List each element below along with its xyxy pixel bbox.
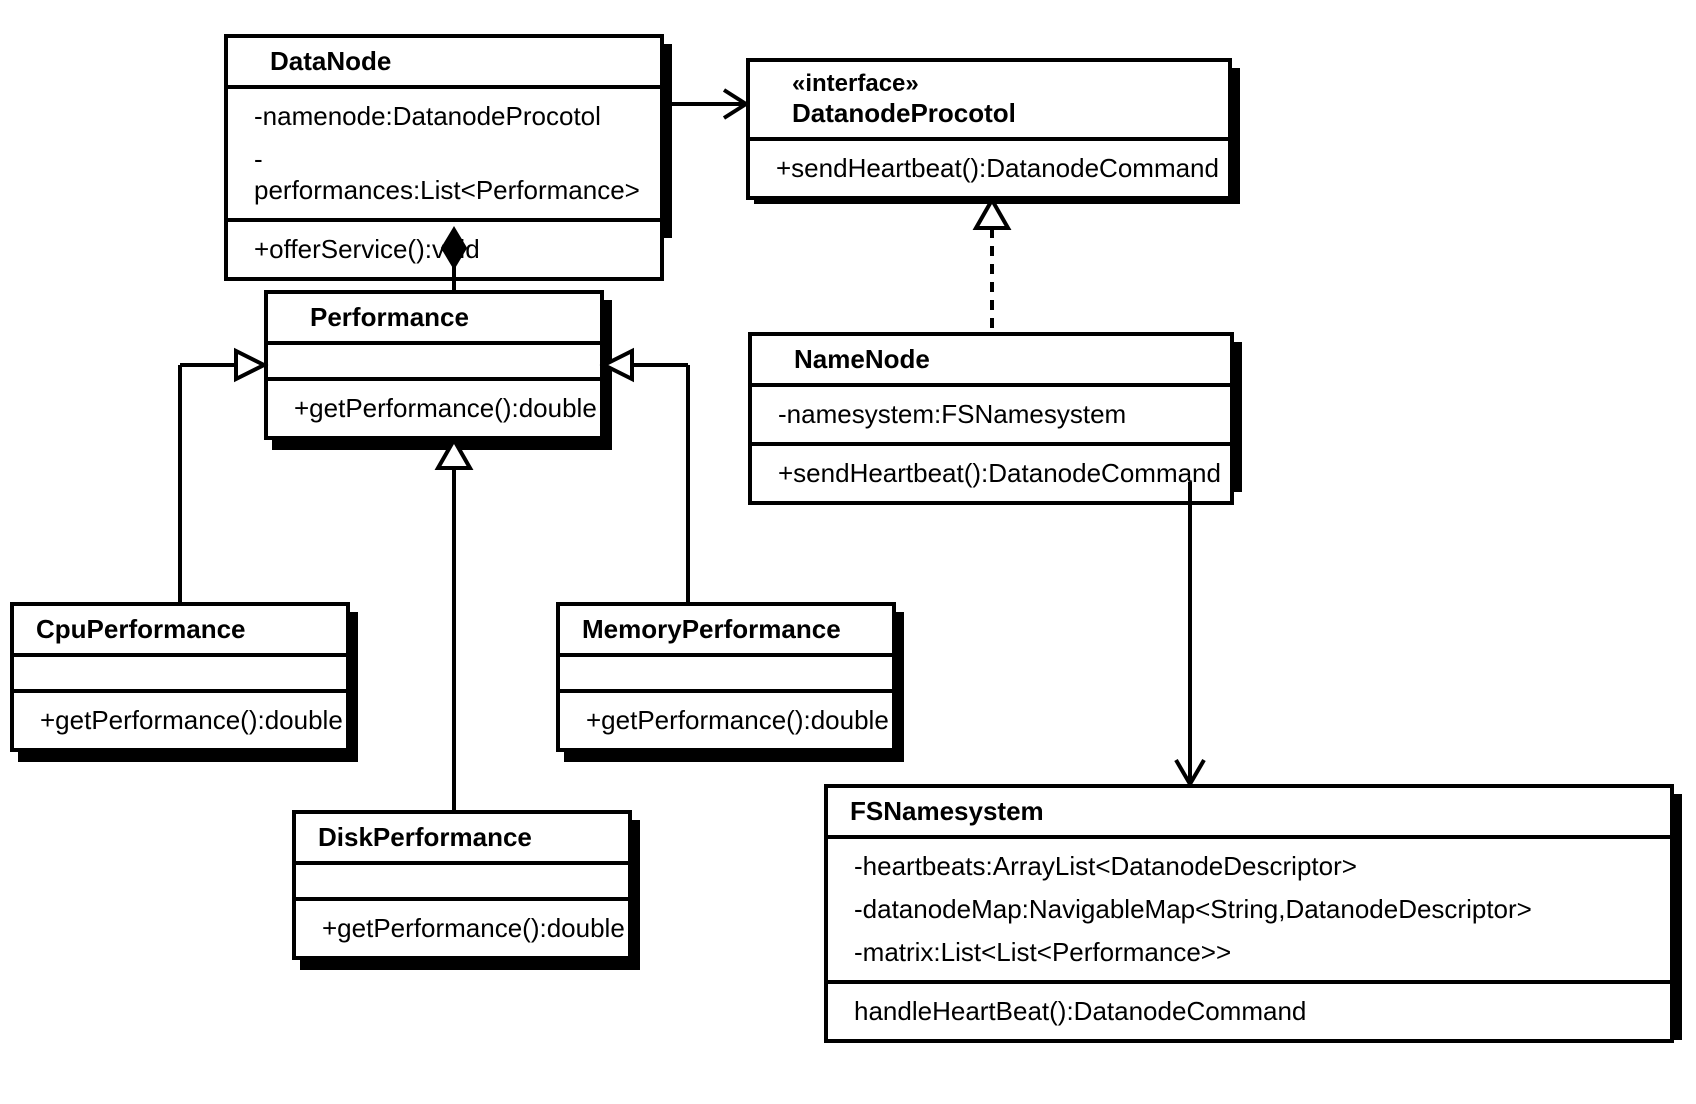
class-performance: Performance +getPerformance():double — [264, 290, 604, 440]
operation: +getPerformance():double — [308, 907, 616, 950]
class-title: DataNode — [270, 46, 391, 76]
operation: +getPerformance():double — [280, 387, 588, 430]
class-diskperformance: DiskPerformance +getPerformance():double — [292, 810, 632, 960]
class-title: Performance — [310, 302, 469, 332]
class-cpuperformance: CpuPerformance +getPerformance():double — [10, 602, 350, 752]
class-title: MemoryPerformance — [582, 614, 841, 644]
class-fsnamesystem: FSNamesystem -heartbeats:ArrayList<Datan… — [824, 784, 1674, 1043]
class-title: DatanodeProcotol — [792, 98, 1216, 129]
stereotype-label: «interface» — [792, 70, 1216, 98]
class-datanode: DataNode -namenode:DatanodeProcotol -per… — [224, 34, 664, 281]
attribute: -namesystem:FSNamesystem — [764, 393, 1218, 436]
attribute: -matrix:List<List<Performance>> — [840, 931, 1658, 974]
class-memoryperformance: MemoryPerformance +getPerformance():doub… — [556, 602, 896, 752]
class-datanodeprocotol: «interface» DatanodeProcotol +sendHeartb… — [746, 58, 1232, 200]
attribute: -performances:List<Performance> — [240, 138, 648, 212]
operation: +getPerformance():double — [26, 699, 334, 742]
attribute: -namenode:DatanodeProcotol — [240, 95, 648, 138]
operation: handleHeartBeat():DatanodeCommand — [840, 990, 1658, 1033]
operation: +sendHeartbeat():DatanodeCommand — [764, 452, 1218, 495]
operation: +sendHeartbeat():DatanodeCommand — [762, 147, 1216, 190]
operation: +offerService():void — [240, 228, 648, 271]
class-namenode: NameNode -namesystem:FSNamesystem +sendH… — [748, 332, 1234, 505]
class-title: CpuPerformance — [36, 614, 246, 644]
attribute: -datanodeMap:NavigableMap<String,Datanod… — [840, 888, 1658, 931]
operation: +getPerformance():double — [572, 699, 880, 742]
class-title: FSNamesystem — [850, 796, 1044, 826]
attribute: -heartbeats:ArrayList<DatanodeDescriptor… — [840, 845, 1658, 888]
class-title: NameNode — [794, 344, 930, 374]
class-title: DiskPerformance — [318, 822, 532, 852]
